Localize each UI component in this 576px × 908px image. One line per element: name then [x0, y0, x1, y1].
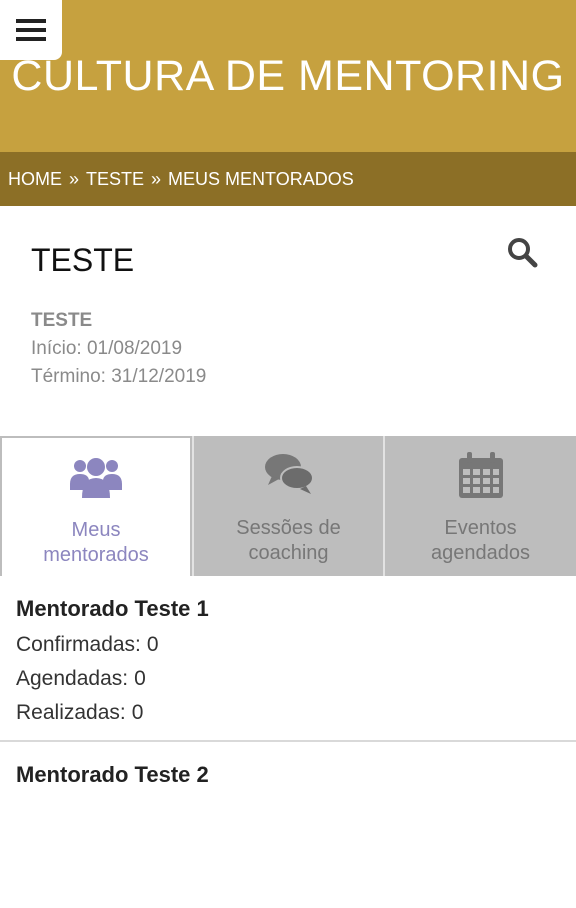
completed-count: 0: [131, 701, 144, 724]
program-start-date: Início: 01/08/2019: [31, 338, 183, 359]
mentee-name: Mentorado Teste 2: [16, 762, 209, 787]
tab-eventos-agendados[interactable]: Eventos agendados: [383, 436, 576, 576]
breadcrumb: HOME » TESTE » MEUS MENTORADOS: [0, 152, 576, 206]
app-header: CULTURA DE MENTORING: [0, 0, 576, 152]
chat-bubbles-icon: [264, 454, 314, 494]
completed-sessions: Realizadas: 0: [16, 696, 576, 730]
menu-button[interactable]: [0, 0, 62, 60]
scheduled-sessions: Agendadas: 0: [16, 662, 576, 696]
mentee-list: Mentorado Teste 1 Confirmadas: 0 Agendada…: [0, 576, 576, 908]
completed-label: Realizadas:: [16, 701, 126, 724]
breadcrumb-current: MEUS MENTORADOS: [168, 168, 354, 189]
list-item[interactable]: Mentorado Teste 2: [0, 742, 576, 908]
scheduled-count: 0: [134, 667, 146, 690]
breadcrumb-home[interactable]: HOME: [8, 169, 62, 190]
confirmed-sessions: Confirmadas: 0: [16, 628, 576, 662]
app-title: CULTURA DE MENTORING: [11, 52, 565, 100]
search-icon: [508, 238, 538, 268]
program-name: TESTE: [31, 310, 93, 331]
program-title: TESTE: [31, 242, 135, 278]
tab-label: Sessões de coaching: [236, 517, 341, 564]
hamburger-menu-icon: [16, 19, 46, 41]
breadcrumb-separator: »: [151, 168, 162, 189]
calendar-icon: [458, 452, 503, 498]
scheduled-label: Agendadas:: [16, 667, 129, 690]
tab-bar: Meus mentorados Sessões de coaching Even…: [0, 436, 576, 576]
tab-meus-mentorados[interactable]: Meus mentorados: [0, 436, 192, 576]
search-button[interactable]: [506, 236, 538, 268]
confirmed-label: Confirmadas:: [16, 633, 141, 656]
breadcrumb-separator: »: [69, 168, 80, 189]
program-end-date: Término: 31/12/2019: [31, 366, 207, 387]
list-item[interactable]: Mentorado Teste 1 Confirmadas: 0 Agendada…: [0, 576, 576, 742]
confirmed-count: 0: [146, 633, 159, 656]
mentee-name: Mentorado Teste 1: [16, 596, 209, 621]
group-icon: [70, 458, 122, 498]
tab-sessoes-coaching[interactable]: Sessões de coaching: [192, 436, 383, 576]
tab-label: Meus mentorados: [43, 519, 149, 566]
tab-label: Eventos agendados: [431, 517, 530, 564]
program-info: TESTE TESTE Início: 01/08/2019 Término: …: [0, 206, 576, 436]
breadcrumb-program[interactable]: TESTE: [86, 169, 144, 190]
